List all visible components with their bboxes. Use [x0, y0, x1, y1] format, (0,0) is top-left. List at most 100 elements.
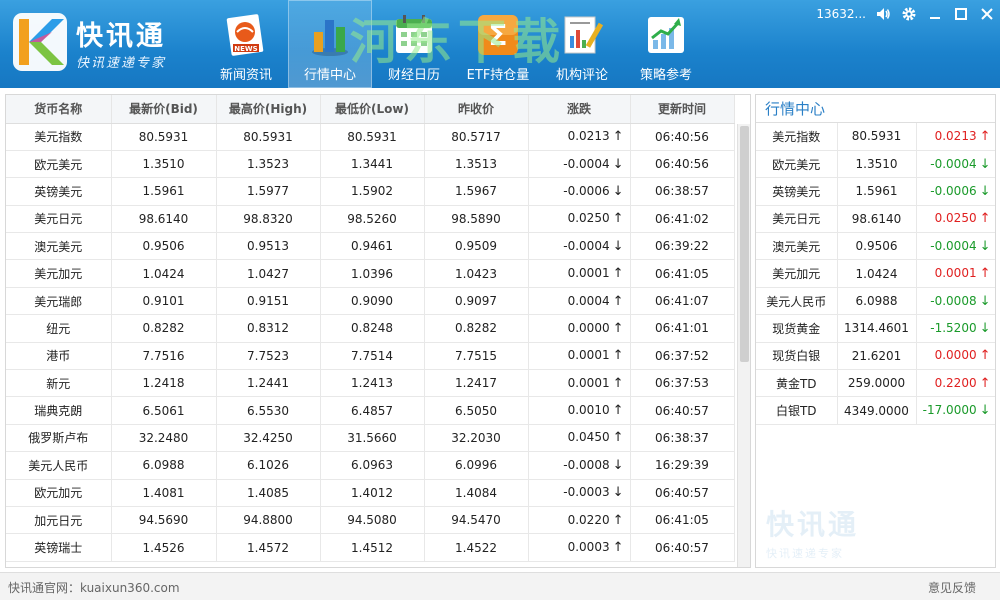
- high-cell: 7.7523: [216, 342, 321, 371]
- side-change-cell: 0.2200 ↑: [916, 369, 995, 398]
- scrollbar-thumb[interactable]: [740, 126, 749, 362]
- change-value: 0.0213: [567, 129, 610, 144]
- table-row[interactable]: 纽元 0.8282 0.8312 0.8248 0.8282 0.0000 ↑ 06:41:0…: [6, 314, 735, 343]
- side-change-cell: -0.0006 ↓: [916, 177, 995, 206]
- side-row[interactable]: 欧元美元 1.3510 -0.0004 ↓: [756, 150, 995, 179]
- side-row[interactable]: 英镑美元 1.5961 -0.0006 ↓: [756, 177, 995, 206]
- change-cell: 0.0000 ↑: [528, 314, 631, 343]
- table-row[interactable]: 加元日元 94.5690 94.8800 94.5080 94.5470 0.0220 ↑ 0…: [6, 506, 735, 535]
- side-quote-table: 美元指数 80.5931 0.0213 ↑ 欧元美元 1.3510 -0.0004 ↓ 英镑美元…: [756, 123, 995, 425]
- side-price-cell: 80.5931: [837, 123, 917, 151]
- nav-strategy[interactable]: 策略参考: [624, 0, 708, 88]
- arrow-down-icon: ↓: [612, 457, 624, 473]
- table-row[interactable]: 新元 1.2418 1.2441 1.2413 1.2417 0.0001 ↑ 06:37:5…: [6, 369, 735, 398]
- arrow-up-icon: ↑: [612, 430, 624, 446]
- prev-close-cell: 0.9509: [424, 232, 529, 261]
- nav-market[interactable]: 行情中心: [288, 0, 372, 88]
- side-price-cell: 1.5961: [837, 177, 917, 206]
- prev-close-cell: 1.4522: [424, 533, 529, 562]
- vertical-scrollbar[interactable]: [737, 124, 750, 567]
- update-time-cell: 06:40:57: [630, 396, 735, 425]
- currency-name-cell: 美元日元: [6, 205, 112, 234]
- table-row[interactable]: 美元加元 1.0424 1.0427 1.0396 1.0423 0.0001 ↑ 06:41…: [6, 259, 735, 288]
- column-header[interactable]: 更新时间: [630, 95, 735, 124]
- change-value: 0.0250: [934, 211, 977, 226]
- arrow-down-icon: ↓: [979, 156, 991, 172]
- close-icon[interactable]: [974, 1, 1000, 27]
- update-time-cell: 06:40:56: [630, 150, 735, 179]
- table-row[interactable]: 澳元美元 0.9506 0.9513 0.9461 0.9509 -0.0004 ↓ 06:3…: [6, 232, 735, 261]
- column-header[interactable]: 涨跌: [528, 95, 631, 124]
- nav-etf[interactable]: Σ ETF持仓量: [456, 0, 540, 88]
- side-name-cell: 欧元美元: [756, 150, 838, 179]
- side-row[interactable]: 现货黄金 1314.4601 -1.5200 ↓: [756, 314, 995, 343]
- column-header[interactable]: 昨收价: [424, 95, 529, 124]
- column-header[interactable]: 最低价(Low): [320, 95, 425, 124]
- nav-reviews[interactable]: 机构评论: [540, 0, 624, 88]
- table-row[interactable]: 俄罗斯卢布 32.2480 32.4250 31.5660 32.2030 0.0450 ↑…: [6, 424, 735, 453]
- table-row[interactable]: 欧元加元 1.4081 1.4085 1.4012 1.4084 -0.0003 ↓ 06:4…: [6, 479, 735, 507]
- arrow-up-icon: ↑: [612, 512, 624, 528]
- prev-close-cell: 1.5967: [424, 177, 529, 206]
- website-link[interactable]: 快讯通官网：kuaixun360.com: [8, 579, 180, 596]
- table-row[interactable]: 美元日元 98.6140 98.8320 98.5260 98.5890 0.0250 ↑ 0…: [6, 205, 735, 234]
- change-value: -0.0008: [930, 293, 977, 308]
- side-row[interactable]: 澳元美元 0.9506 -0.0004 ↓: [756, 232, 995, 261]
- side-price-cell: 6.0988: [837, 287, 917, 316]
- app-logo-icon: [12, 12, 68, 72]
- feedback-link[interactable]: 意见反馈: [928, 579, 976, 596]
- table-row[interactable]: 英镑美元 1.5961 1.5977 1.5902 1.5967 -0.0006 ↓ 06:3…: [6, 177, 735, 206]
- change-value: 0.0010: [567, 403, 610, 418]
- table-row[interactable]: 欧元美元 1.3510 1.3523 1.3441 1.3513 -0.0004 ↓ 06:4…: [6, 150, 735, 179]
- change-cell: -0.0008 ↓: [528, 451, 631, 480]
- currency-name-cell: 欧元美元: [6, 150, 112, 179]
- side-row[interactable]: 美元指数 80.5931 0.0213 ↑: [756, 123, 995, 151]
- minimize-icon[interactable]: [922, 1, 948, 27]
- nav-news[interactable]: NEWS 新闻资讯: [204, 0, 288, 88]
- title-bar: 快讯通 快讯速递专家 NEWS 新闻资讯 行情中心 财经日历 Σ ETF持仓量 …: [0, 0, 1000, 88]
- arrow-down-icon: ↓: [612, 238, 624, 254]
- change-cell: 0.0250 ↑: [528, 205, 631, 234]
- side-row[interactable]: 美元加元 1.0424 0.0001 ↑: [756, 259, 995, 288]
- column-header[interactable]: 货币名称: [6, 95, 112, 124]
- change-cell: 0.0220 ↑: [528, 506, 631, 535]
- change-value: 0.0001: [934, 266, 977, 281]
- maximize-icon[interactable]: [948, 1, 974, 27]
- low-cell: 6.4857: [320, 396, 425, 425]
- arrow-up-icon: ↑: [979, 348, 991, 364]
- arrow-up-icon: ↑: [979, 128, 991, 144]
- high-cell: 32.4250: [216, 424, 321, 453]
- sigma-icon: Σ: [475, 12, 521, 58]
- side-row[interactable]: 美元人民币 6.0988 -0.0008 ↓: [756, 287, 995, 316]
- table-row[interactable]: 美元瑞郎 0.9101 0.9151 0.9090 0.9097 0.0004 ↑ 06:41…: [6, 287, 735, 316]
- side-row[interactable]: 白银TD 4349.0000 -17.0000 ↓: [756, 396, 995, 425]
- column-header[interactable]: 最新价(Bid): [111, 95, 217, 124]
- bid-cell: 1.2418: [111, 369, 217, 398]
- high-cell: 1.0427: [216, 259, 321, 288]
- arrow-up-icon: ↑: [612, 540, 624, 556]
- side-row[interactable]: 美元日元 98.6140 0.0250 ↑: [756, 205, 995, 234]
- nav-label: ETF持仓量: [466, 68, 530, 83]
- gear-icon[interactable]: [896, 1, 922, 27]
- username-label[interactable]: 13632...: [816, 7, 866, 21]
- table-row[interactable]: 瑞典克朗 6.5061 6.5530 6.4857 6.5050 0.0010 ↑ 06:40…: [6, 396, 735, 425]
- table-row[interactable]: 港币 7.7516 7.7523 7.7514 7.7515 0.0001 ↑ 06:37:5…: [6, 342, 735, 371]
- update-time-cell: 16:29:39: [630, 451, 735, 480]
- bid-cell: 0.8282: [111, 314, 217, 343]
- table-row[interactable]: 美元指数 80.5931 80.5931 80.5931 80.5717 0.0213 ↑ 0…: [6, 122, 735, 151]
- nav-calendar[interactable]: 财经日历: [372, 0, 456, 88]
- currency-name-cell: 纽元: [6, 314, 112, 343]
- table-row[interactable]: 美元人民币 6.0988 6.1026 6.0963 6.0996 -0.0008 ↓ 16:…: [6, 451, 735, 480]
- high-cell: 98.8320: [216, 205, 321, 234]
- change-cell: -0.0004 ↓: [528, 232, 631, 261]
- table-row[interactable]: 英镑瑞士 1.4526 1.4572 1.4512 1.4522 0.0003 ↑ 06:40…: [6, 533, 735, 562]
- side-row[interactable]: 黄金TD 259.0000 0.2200 ↑: [756, 369, 995, 398]
- currency-name-cell: 澳元美元: [6, 232, 112, 261]
- speaker-icon[interactable]: [870, 1, 896, 27]
- arrow-down-icon: ↓: [612, 156, 624, 172]
- high-cell: 1.4572: [216, 533, 321, 562]
- change-cell: 0.0004 ↑: [528, 287, 631, 316]
- column-header[interactable]: 最高价(High): [216, 95, 321, 124]
- side-row[interactable]: 现货白银 21.6201 0.0000 ↑: [756, 342, 995, 371]
- low-cell: 31.5660: [320, 424, 425, 453]
